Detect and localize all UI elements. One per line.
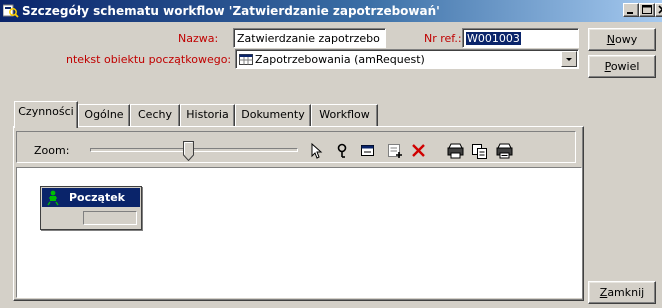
close-icon[interactable] [655, 3, 662, 17]
zoom-slider[interactable] [90, 148, 298, 152]
print-preview-icon[interactable] [495, 142, 515, 160]
ref-value: W001003 [466, 32, 521, 45]
maximize-icon[interactable] [639, 3, 655, 17]
tab-label: Cechy [138, 108, 172, 121]
workflow-details-icon [2, 4, 19, 18]
context-label: ntekst obiektu początkowego: [66, 53, 232, 66]
tab-general[interactable]: Ogólne [78, 104, 130, 126]
close-button[interactable]: Zamknij [588, 281, 656, 304]
tab-features[interactable]: Cechy [130, 104, 180, 126]
start-node-header: Początek [42, 188, 140, 207]
copy-icon[interactable] [470, 142, 490, 160]
tab-history[interactable]: Historia [180, 104, 235, 126]
tab-label: Historia [186, 108, 229, 121]
ref-label: Nr ref.: [424, 32, 462, 45]
tab-activities[interactable]: Czynności [14, 101, 78, 128]
context-combo[interactable]: Zapotrzebowania (amRequest) [235, 49, 579, 69]
workflow-details-window: Szczegóły schematu workflow 'Zatwierdzan… [0, 0, 662, 308]
start-node[interactable]: Początek [40, 186, 142, 230]
activity-box-icon[interactable] [358, 142, 378, 160]
delete-icon[interactable] [409, 142, 429, 160]
start-node-output [83, 211, 137, 225]
title-bar[interactable]: Szczegóły schematu workflow 'Zatwierdzan… [0, 0, 662, 22]
traffic-light-icon [47, 190, 59, 206]
minimize-icon[interactable] [623, 3, 639, 17]
new-button[interactable]: Nowy [588, 28, 656, 51]
pointer-icon[interactable] [306, 142, 326, 160]
chevron-down-icon[interactable] [561, 51, 577, 67]
print-icon[interactable] [446, 142, 466, 160]
tab-label: Ogólne [84, 108, 124, 121]
tab-workflow[interactable]: Workflow [311, 104, 378, 126]
name-value: Zatwierdzanie zapotrzebo [237, 32, 380, 45]
tab-label: Dokumenty [241, 108, 305, 121]
ref-field[interactable]: W001003 [462, 28, 579, 48]
window-title: Szczegóły schematu workflow 'Zatwierdzan… [22, 4, 440, 18]
duplicate-button[interactable]: Powiel [588, 55, 656, 78]
tab-label: Czynności [18, 105, 74, 118]
zoom-slider-thumb[interactable] [183, 141, 194, 161]
context-value: Zapotrzebowania (amRequest) [255, 53, 425, 66]
name-label: Nazwa: [178, 32, 219, 45]
tab-label: Workflow [319, 108, 370, 121]
start-node-title: Początek [69, 191, 125, 204]
link-tool-icon[interactable] [333, 142, 353, 160]
add-activity-icon[interactable] [386, 142, 406, 160]
diagram-toolbar [16, 131, 576, 163]
zoom-label: Zoom: [34, 144, 70, 157]
tab-documents[interactable]: Dokumenty [235, 104, 311, 126]
table-icon [239, 54, 253, 65]
name-field[interactable]: Zatwierdzanie zapotrzebo [233, 28, 386, 48]
